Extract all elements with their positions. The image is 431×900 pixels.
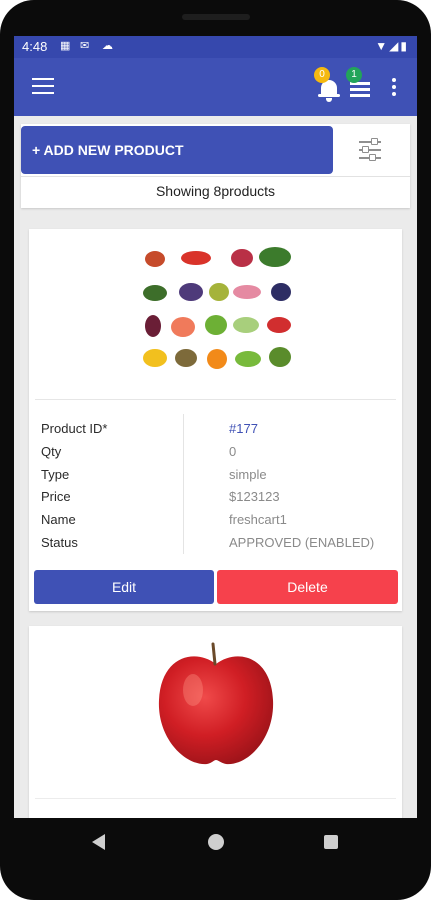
field-value-qty: 0 xyxy=(229,444,237,459)
app-screen: 4:48 ▦ ✉ ☁ ▼◢▮ 0 1 + ADD NEW PRODUCT Sho… xyxy=(14,36,417,818)
fruit-collage-image xyxy=(141,245,293,377)
status-bar: 4:48 ▦ ✉ ☁ ▼◢▮ xyxy=(14,36,417,58)
wifi-icon: ▼ xyxy=(375,39,390,53)
field-value-product-id[interactable]: #177 xyxy=(229,421,258,436)
signal-icon: ◢ xyxy=(389,39,401,53)
calendar-icon: ▦ xyxy=(60,40,71,52)
status-time: 4:48 xyxy=(22,39,48,54)
product-count-text: Showing 8products xyxy=(155,183,276,199)
menu-icon[interactable] xyxy=(32,78,54,94)
column-separator xyxy=(183,414,184,554)
list-icon[interactable] xyxy=(350,82,370,98)
field-label-qty: Qty xyxy=(41,444,62,459)
field-value-type: simple xyxy=(229,467,267,482)
field-label-type: Type xyxy=(41,467,70,482)
field-label-status: Status xyxy=(41,535,78,550)
field-label-name: Name xyxy=(41,512,76,527)
device-frame: 4:48 ▦ ✉ ☁ ▼◢▮ 0 1 + ADD NEW PRODUCT Sho… xyxy=(0,0,431,900)
product-card: Product ID* #177 Qty 0 Type simple Price… xyxy=(29,229,402,611)
field-value-name: freshcart1 xyxy=(229,512,287,527)
more-options-icon[interactable] xyxy=(392,78,398,98)
mail-icon: ✉ xyxy=(80,40,90,52)
back-icon[interactable] xyxy=(92,834,105,850)
battery-icon: ▮ xyxy=(400,39,409,53)
red-apple-image xyxy=(155,638,277,768)
add-new-product-button[interactable]: + ADD NEW PRODUCT xyxy=(21,126,333,174)
divider xyxy=(35,399,396,400)
divider xyxy=(21,176,410,177)
recent-apps-icon[interactable] xyxy=(324,835,338,849)
field-label-price: Price xyxy=(41,489,71,504)
speaker-grille xyxy=(182,14,250,20)
home-icon[interactable] xyxy=(208,834,224,850)
notification-count-badge: 0 xyxy=(314,67,330,83)
field-value-status: APPROVED (ENABLED) xyxy=(229,535,375,550)
status-right-icons: ▼◢▮ xyxy=(375,39,409,53)
field-label-product-id: Product ID* xyxy=(41,421,108,436)
product-card xyxy=(29,626,402,818)
delete-button[interactable]: Delete xyxy=(217,570,398,604)
filter-sliders-icon[interactable] xyxy=(359,138,381,162)
cloud-icon: ☁ xyxy=(102,40,113,52)
divider xyxy=(35,798,396,799)
product-toolbar-card: + ADD NEW PRODUCT Showing 8products xyxy=(21,124,410,208)
app-bar: 0 1 xyxy=(14,58,417,116)
list-count-badge: 1 xyxy=(346,67,362,83)
system-navigation-bar xyxy=(0,818,431,866)
field-value-price: $123123 xyxy=(229,489,280,504)
edit-button[interactable]: Edit xyxy=(34,570,214,604)
